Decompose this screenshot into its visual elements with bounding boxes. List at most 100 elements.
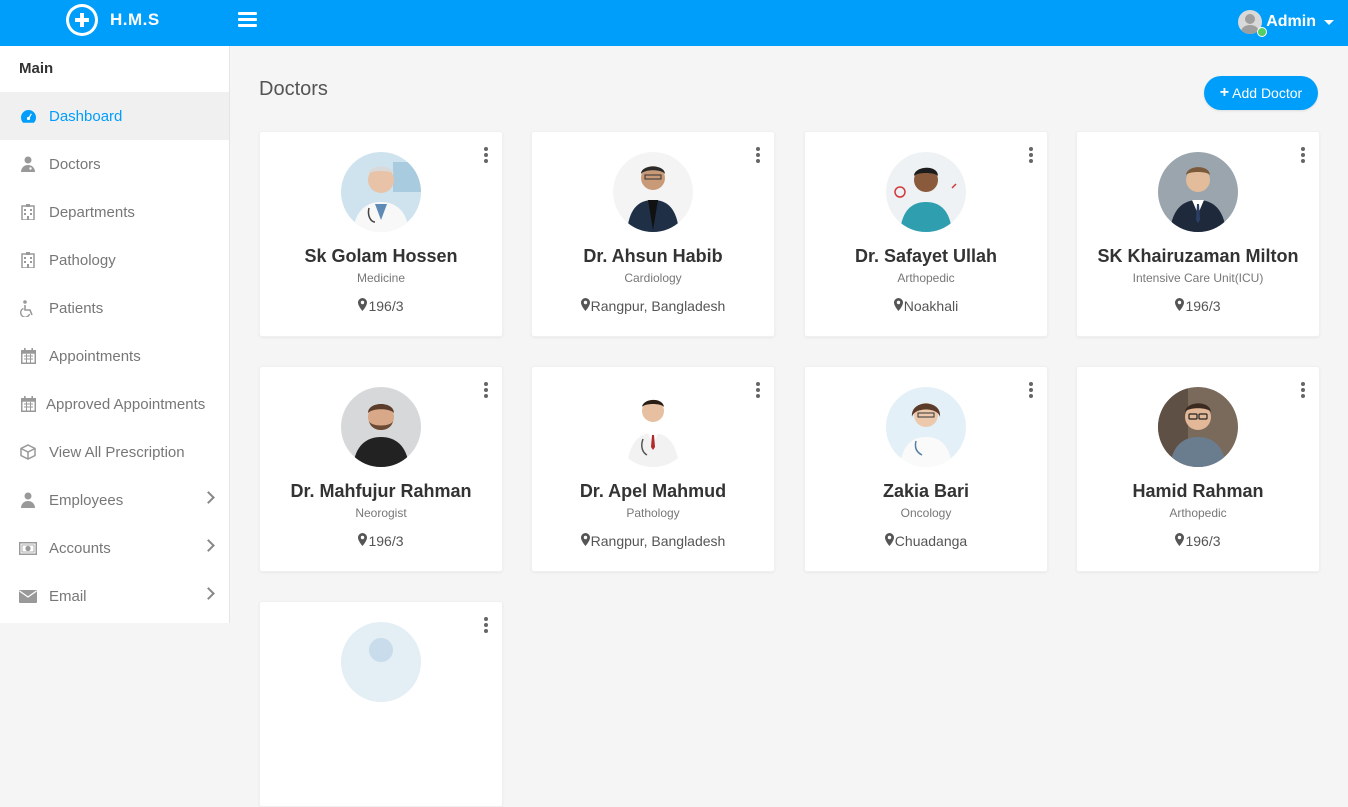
more-options-icon[interactable] xyxy=(484,147,488,165)
page-title: Doctors xyxy=(259,78,328,100)
online-status-indicator xyxy=(1257,27,1267,37)
doctor-location: 196/3 xyxy=(1077,533,1319,549)
doctor-location: Rangpur, Bangladesh xyxy=(532,533,774,549)
sidebar-item-dashboard[interactable]: Dashboard xyxy=(0,92,229,140)
hospital-icon xyxy=(19,204,37,220)
hospital-icon xyxy=(19,252,37,268)
sidebar-item-label: Doctors xyxy=(49,155,101,173)
doctor-location-text: 196/3 xyxy=(1185,533,1221,549)
sidebar-item-patients[interactable]: Patients xyxy=(0,284,229,332)
doctor-photo[interactable] xyxy=(341,387,421,467)
doctor-photo[interactable] xyxy=(886,152,966,232)
doctor-photo[interactable] xyxy=(341,152,421,232)
doctor-department: Pathology xyxy=(626,506,680,520)
add-doctor-button[interactable]: + Add Doctor xyxy=(1204,76,1318,110)
map-marker-icon xyxy=(358,298,368,314)
doctor-department: Neorogist xyxy=(355,506,407,520)
sidebar-item-label: Email xyxy=(49,587,87,605)
logo[interactable]: H.M.S xyxy=(66,4,160,36)
sidebar-item-employees[interactable]: Employees xyxy=(0,476,229,524)
more-options-icon[interactable] xyxy=(1029,147,1033,165)
menu-toggle-button[interactable] xyxy=(238,12,257,30)
hospital-cross-icon xyxy=(66,4,98,36)
doctor-location: 196/3 xyxy=(260,298,502,314)
doctor-department: Cardiology xyxy=(624,271,682,285)
doctor-location: 196/3 xyxy=(1077,298,1319,314)
sidebar-item-pathology[interactable]: Pathology xyxy=(0,236,229,284)
dashboard-icon xyxy=(19,109,37,124)
map-marker-icon xyxy=(1175,298,1185,314)
doctor-name[interactable]: Zakia Bari xyxy=(805,481,1047,502)
sidebar-item-label: Patients xyxy=(49,299,104,317)
map-marker-icon xyxy=(580,533,590,549)
doctor-location-text: Rangpur, Bangladesh xyxy=(590,533,726,549)
sidebar-item-departments[interactable]: Departments xyxy=(0,188,229,236)
top-header: H.M.S Admin xyxy=(0,0,1348,46)
doctor-photo[interactable] xyxy=(886,387,966,467)
doctor-card: Dr. Apel Mahmud Pathology Rangpur, Bangl… xyxy=(531,366,775,572)
doctor-name[interactable]: Hamid Rahman xyxy=(1077,481,1319,502)
doctor-name[interactable]: Sk Golam Hossen xyxy=(260,246,502,267)
doctor-name[interactable]: SK Khairuzaman Milton xyxy=(1077,246,1319,267)
more-options-icon[interactable] xyxy=(1029,382,1033,400)
sidebar: Main Dashboard Doctors Departments Patho… xyxy=(0,46,230,623)
doctor-name[interactable]: Dr. Safayet Ullah xyxy=(805,246,1047,267)
doctor-photo[interactable] xyxy=(1158,152,1238,232)
user-menu[interactable]: Admin xyxy=(1238,10,1334,34)
doctor-photo[interactable] xyxy=(341,622,421,702)
more-options-icon[interactable] xyxy=(756,382,760,400)
doctor-card: Hamid Rahman Arthopedic 196/3 xyxy=(1076,366,1320,572)
doctor-location: Noakhali xyxy=(805,298,1047,314)
map-marker-icon xyxy=(893,298,903,314)
sidebar-item-doctors[interactable]: Doctors xyxy=(0,140,229,188)
doctor-name[interactable]: Dr. Apel Mahmud xyxy=(532,481,774,502)
more-options-icon[interactable] xyxy=(1301,382,1305,400)
doctor-photo[interactable] xyxy=(613,152,693,232)
doctor-card: Sk Golam Hossen Medicine 196/3 xyxy=(259,131,503,337)
chevron-right-icon xyxy=(202,587,215,600)
more-options-icon[interactable] xyxy=(484,617,488,635)
logo-text: H.M.S xyxy=(110,10,160,29)
doctor-name[interactable]: Dr. Mahfujur Rahman xyxy=(260,481,502,502)
calendar-icon xyxy=(19,396,37,412)
doctor-location-text: 196/3 xyxy=(368,533,404,549)
more-options-icon[interactable] xyxy=(484,382,488,400)
sidebar-item-label: Pathology xyxy=(49,251,116,269)
more-options-icon[interactable] xyxy=(1301,147,1305,165)
doctor-department: Oncology xyxy=(900,506,952,520)
chevron-down-icon xyxy=(1324,19,1334,25)
user-md-icon xyxy=(19,156,37,172)
doctor-photo[interactable] xyxy=(1158,387,1238,467)
sidebar-item-appointments[interactable]: Appointments xyxy=(0,332,229,380)
sidebar-item-label: Departments xyxy=(49,203,135,221)
doctor-location-text: Noakhali xyxy=(903,298,959,314)
envelope-icon xyxy=(19,589,37,603)
sidebar-section-title: Main xyxy=(19,60,54,77)
money-icon xyxy=(19,541,37,555)
doctor-location-text: 196/3 xyxy=(368,298,404,314)
sidebar-item-approved-appointments[interactable]: Approved Appointments xyxy=(0,380,229,428)
add-doctor-label: Add Doctor xyxy=(1232,85,1303,101)
more-options-icon[interactable] xyxy=(756,147,760,165)
doctor-name[interactable]: Dr. Ahsun Habib xyxy=(532,246,774,267)
wheelchair-icon xyxy=(19,299,37,317)
doctor-photo[interactable] xyxy=(613,387,693,467)
doctor-location: 196/3 xyxy=(260,533,502,549)
sidebar-item-view-all-prescription[interactable]: View All Prescription xyxy=(0,428,229,476)
doctor-card: Dr. Safayet Ullah Arthopedic Noakhali xyxy=(804,131,1048,337)
sidebar-item-accounts[interactable]: Accounts xyxy=(0,524,229,572)
doctor-department: Medicine xyxy=(356,271,406,285)
chevron-right-icon xyxy=(202,491,215,504)
sidebar-item-label: Accounts xyxy=(49,539,111,557)
doctor-location-text: 196/3 xyxy=(1185,298,1221,314)
map-marker-icon xyxy=(1175,533,1185,549)
sidebar-item-email[interactable]: Email xyxy=(0,572,229,620)
doctor-card xyxy=(259,601,503,807)
sidebar-item-label: Appointments xyxy=(49,347,141,365)
doctor-location-text: Rangpur, Bangladesh xyxy=(590,298,726,314)
sidebar-item-label: Employees xyxy=(49,491,124,509)
doctor-department: Arthopedic xyxy=(897,271,955,285)
hamburger-icon xyxy=(238,12,257,15)
doctor-card: SK Khairuzaman Milton Intensive Care Uni… xyxy=(1076,131,1320,337)
sidebar-item-label: Approved Appointments xyxy=(46,395,206,413)
